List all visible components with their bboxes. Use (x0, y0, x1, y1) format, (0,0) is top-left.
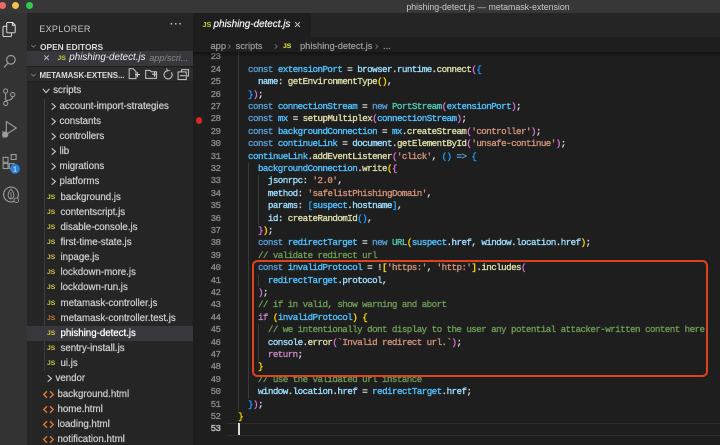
svg-text:1: 1 (13, 165, 17, 174)
